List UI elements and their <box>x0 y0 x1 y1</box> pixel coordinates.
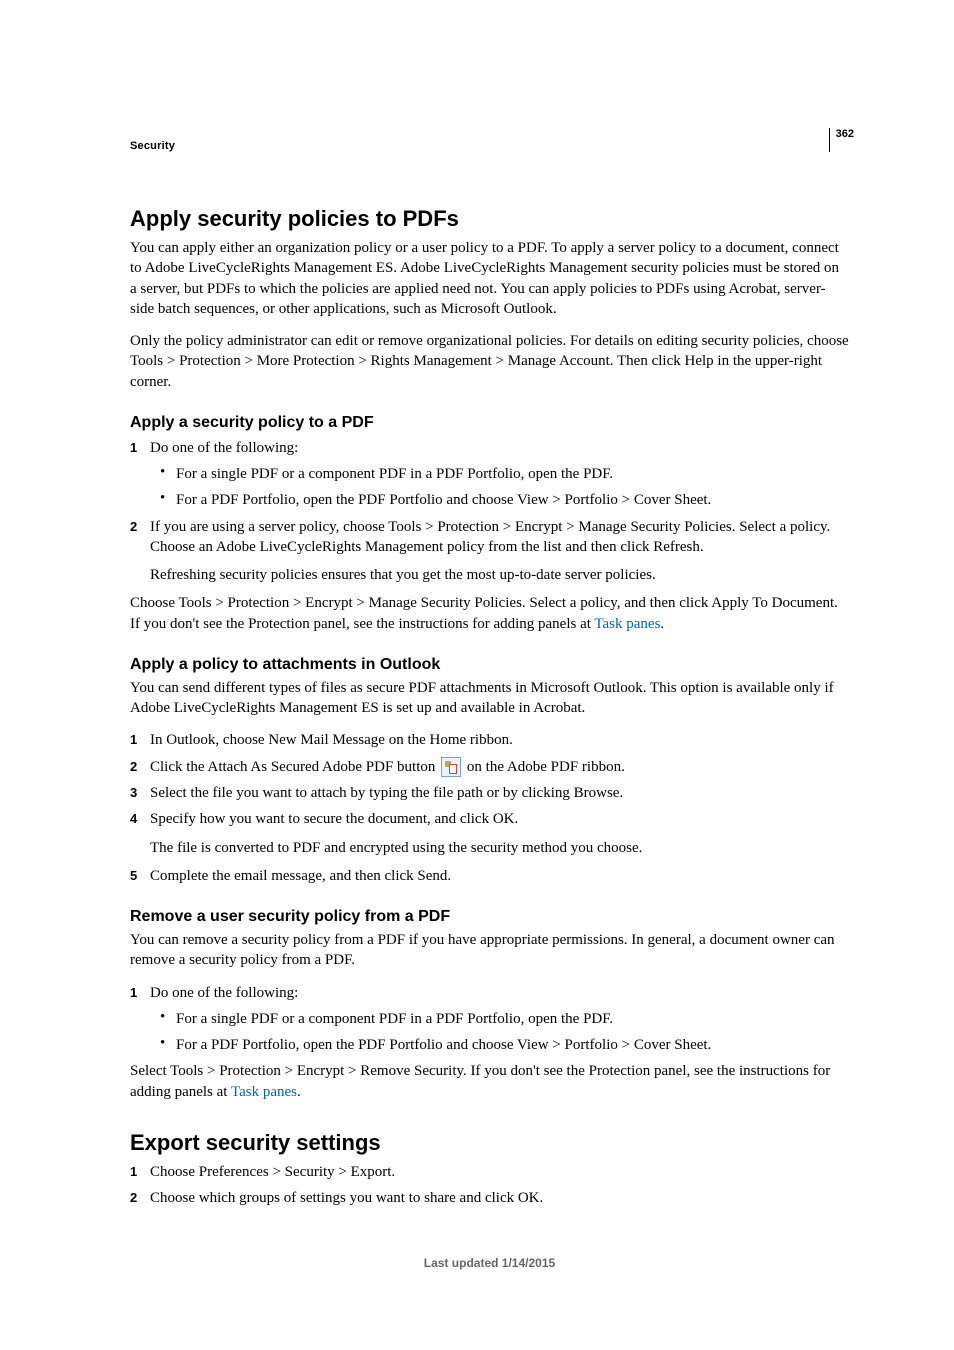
section-label: Security <box>130 140 849 152</box>
bullet: • <box>160 1009 176 1029</box>
text: . <box>660 616 664 632</box>
list-item: • For a single PDF or a component PDF in… <box>160 1009 849 1029</box>
paragraph: Select Tools > Protection > Encrypt > Re… <box>130 1061 849 1102</box>
page-number: 362 <box>836 128 854 140</box>
page: 362 Security Apply security policies to … <box>0 0 954 1330</box>
list-item: • For a single PDF or a component PDF in… <box>160 464 849 484</box>
list-body: For a PDF Portfolio, open the PDF Portfo… <box>176 1035 849 1055</box>
list-item: 3 Select the file you want to attach by … <box>130 783 849 803</box>
list-number: 2 <box>130 757 150 778</box>
list-body: Complete the email message, and then cli… <box>150 866 849 886</box>
text: Choose Tools > Protection > Encrypt > Ma… <box>130 595 838 631</box>
list-number: 4 <box>130 809 150 829</box>
paragraph: You can apply either an organization pol… <box>130 238 849 319</box>
list-number: 2 <box>130 1188 150 1208</box>
list-item: 1 Do one of the following: <box>130 438 849 458</box>
paragraph: You can send different types of files as… <box>130 678 849 719</box>
list-number: 2 <box>130 517 150 558</box>
list-item: 2 Click the Attach As Secured Adobe PDF … <box>130 757 849 778</box>
list-item: 1 In Outlook, choose New Mail Message on… <box>130 730 849 750</box>
heading-apply-policy-to-pdf: Apply a security policy to a PDF <box>130 414 849 432</box>
text: . <box>297 1084 301 1100</box>
page-number-container: 362 <box>829 128 854 152</box>
list-body: For a single PDF or a component PDF in a… <box>176 464 849 484</box>
list-body: In Outlook, choose New Mail Message on t… <box>150 730 849 750</box>
heading-remove-user-policy: Remove a user security policy from a PDF <box>130 908 849 926</box>
list-note: Refreshing security policies ensures tha… <box>150 565 849 585</box>
list-body: Select the file you want to attach by ty… <box>150 783 849 803</box>
task-panes-link[interactable]: Task panes <box>231 1084 297 1100</box>
list-number: 3 <box>130 783 150 803</box>
task-panes-link[interactable]: Task panes <box>594 616 660 632</box>
list-body: Click the Attach As Secured Adobe PDF bu… <box>150 757 849 778</box>
list-body: Do one of the following: <box>150 983 849 1003</box>
list-number: 1 <box>130 983 150 1003</box>
list-note: The file is converted to PDF and encrypt… <box>150 838 849 858</box>
attach-secured-pdf-icon <box>441 757 461 777</box>
footer-last-updated: Last updated 1/14/2015 <box>130 1256 849 1270</box>
list-body: Choose which groups of settings you want… <box>150 1188 849 1208</box>
list-item: 1 Do one of the following: <box>130 983 849 1003</box>
list-item: 1 Choose Preferences > Security > Export… <box>130 1162 849 1182</box>
list-item: • For a PDF Portfolio, open the PDF Port… <box>160 490 849 510</box>
paragraph: You can remove a security policy from a … <box>130 930 849 971</box>
list-number: 1 <box>130 438 150 458</box>
list-body: If you are using a server policy, choose… <box>150 517 849 558</box>
bullet: • <box>160 1035 176 1055</box>
list-item: 5 Complete the email message, and then c… <box>130 866 849 886</box>
list-number: 5 <box>130 866 150 886</box>
heading-export-security-settings: Export security settings <box>130 1130 849 1156</box>
list-body: For a PDF Portfolio, open the PDF Portfo… <box>176 490 849 510</box>
list-body: For a single PDF or a component PDF in a… <box>176 1009 849 1029</box>
text: Click the Attach As Secured Adobe PDF bu… <box>150 759 439 775</box>
list-body: Choose Preferences > Security > Export. <box>150 1162 849 1182</box>
heading-apply-security-policies: Apply security policies to PDFs <box>130 206 849 232</box>
heading-apply-policy-outlook: Apply a policy to attachments in Outlook <box>130 656 849 674</box>
list-body: Specify how you want to secure the docum… <box>150 809 849 829</box>
bullet: • <box>160 490 176 510</box>
list-item: 4 Specify how you want to secure the doc… <box>130 809 849 829</box>
bullet: • <box>160 464 176 484</box>
list-number: 1 <box>130 1162 150 1182</box>
list-number: 1 <box>130 730 150 750</box>
text: on the Adobe PDF ribbon. <box>463 759 625 775</box>
list-item: 2 If you are using a server policy, choo… <box>130 517 849 558</box>
paragraph: Choose Tools > Protection > Encrypt > Ma… <box>130 593 849 634</box>
paragraph: Only the policy administrator can edit o… <box>130 331 849 392</box>
list-item: • For a PDF Portfolio, open the PDF Port… <box>160 1035 849 1055</box>
list-item: 2 Choose which groups of settings you wa… <box>130 1188 849 1208</box>
list-body: Do one of the following: <box>150 438 849 458</box>
